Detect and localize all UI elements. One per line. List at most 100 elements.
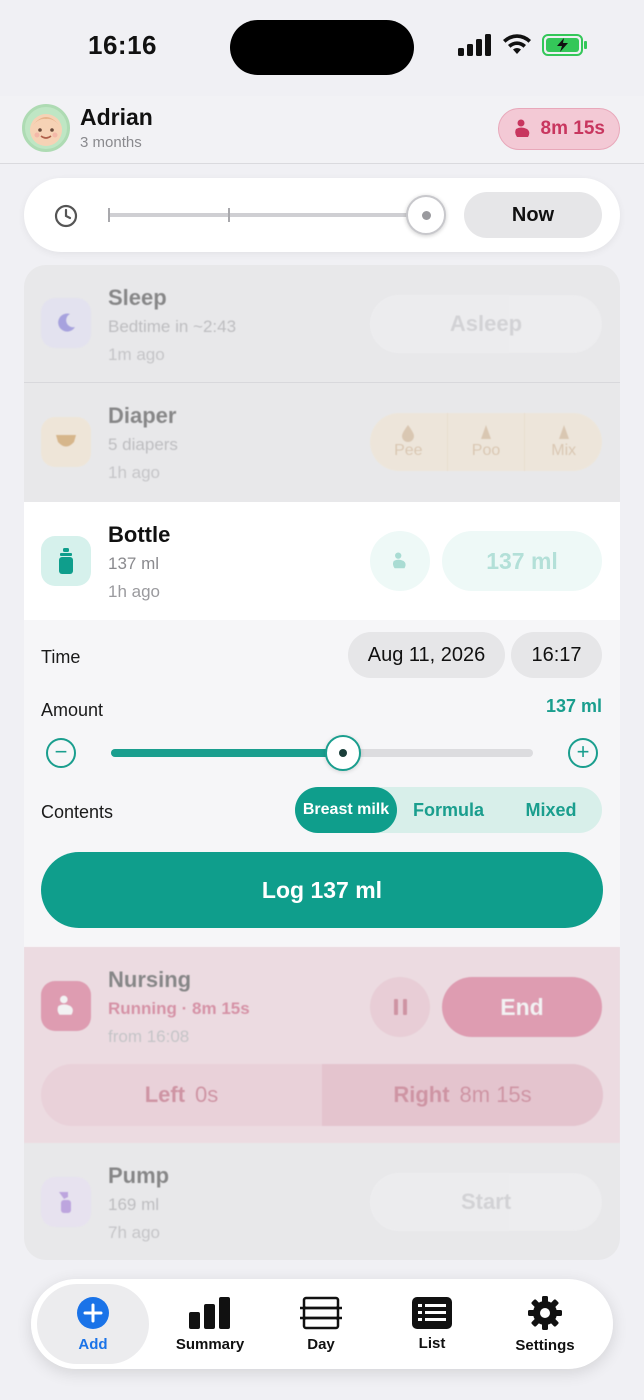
- pump-icon-box: [41, 1177, 91, 1227]
- tab-settings[interactable]: Settings: [489, 1279, 601, 1369]
- mix-icon: [558, 425, 569, 439]
- contents-mixed[interactable]: Mixed: [500, 787, 602, 833]
- clock-icon: [54, 204, 78, 228]
- sleep-title: Sleep: [108, 285, 167, 310]
- amount-slider-track[interactable]: [111, 749, 533, 757]
- gear-icon: [528, 1295, 562, 1330]
- nursing-side-selector: Left 0s Right 8m 15s: [41, 1064, 603, 1126]
- right-side-duration: 8m 15s: [459, 1082, 532, 1107]
- left-side-duration: 0s: [195, 1082, 219, 1107]
- nursing-icon-box: [41, 981, 91, 1031]
- pump-row[interactable]: Pump 169 ml 7h ago Start: [24, 1143, 620, 1260]
- diaper-icon: [56, 435, 76, 447]
- pump-title: Pump: [108, 1163, 170, 1188]
- time-track[interactable]: [108, 208, 426, 222]
- tab-add-label: Add: [78, 1335, 108, 1353]
- asleep-button[interactable]: Asleep: [370, 295, 602, 353]
- end-nursing-button[interactable]: End: [442, 977, 602, 1037]
- bottle-details-panel: Time Aug 11, 2026 16:17 Amount 137 ml − …: [24, 620, 620, 947]
- diaper-pee-button[interactable]: Pee: [370, 413, 448, 471]
- breastfeed-icon: [392, 552, 406, 569]
- bottle-subtitle: 137 ml: [108, 554, 160, 573]
- diaper-ago: 1h ago: [108, 463, 160, 482]
- left-side-label: Left: [144, 1082, 186, 1107]
- moon-icon: [58, 313, 75, 332]
- bottle-row[interactable]: Bottle 137 ml 1h ago 137 ml: [24, 502, 620, 620]
- nursing-title: Nursing: [108, 967, 192, 992]
- time-tick: [228, 208, 230, 222]
- time-slider-knob[interactable]: [406, 195, 446, 235]
- pump-icon: [59, 1192, 71, 1213]
- right-side-button[interactable]: Right 8m 15s: [322, 1064, 603, 1126]
- bottle-icon: [59, 548, 73, 574]
- status-time: 16:16: [88, 30, 157, 60]
- baby-avatar[interactable]: [22, 104, 70, 152]
- bar-chart-icon: [189, 1296, 230, 1329]
- nursing-subtitle: Running · 8m 15s: [108, 999, 250, 1018]
- tab-settings-label: Settings: [515, 1336, 575, 1354]
- time-tick: [108, 208, 110, 222]
- contents-formula[interactable]: Formula: [397, 787, 500, 833]
- battery-charging-icon: [542, 34, 587, 56]
- date-chip[interactable]: Aug 11, 2026: [348, 632, 505, 678]
- pump-ago: 7h ago: [108, 1223, 160, 1242]
- breastfeed-icon: [57, 995, 73, 1015]
- decrease-amount-button[interactable]: −: [46, 738, 76, 768]
- mix-label: Mix: [551, 442, 577, 459]
- log-bottle-button[interactable]: Log 137 ml: [41, 852, 603, 928]
- poo-label: Poo: [471, 442, 501, 459]
- nursing-row[interactable]: Nursing Running · 8m 15s from 16:08 End …: [24, 947, 620, 1143]
- bottle-ago: 1h ago: [108, 582, 160, 601]
- amount-label: Amount: [41, 700, 104, 720]
- diaper-poo-button[interactable]: Poo: [448, 413, 526, 471]
- sleep-icon-box: [41, 298, 91, 348]
- dynamic-island: [230, 20, 414, 75]
- tab-day[interactable]: Day: [265, 1279, 377, 1369]
- sleep-subtitle: Bedtime in ~2:43: [108, 317, 237, 336]
- active-timer-value: 8m 15s: [540, 118, 605, 139]
- diaper-type-selector: Pee Poo Mix: [370, 413, 602, 471]
- diaper-row[interactable]: Diaper 5 diapers 1h ago Pee Poo Mix: [24, 383, 620, 501]
- pause-nursing-button[interactable]: [370, 977, 430, 1037]
- tab-summary-label: Summary: [175, 1335, 245, 1353]
- pause-bar: [393, 999, 398, 1015]
- nursing-started: from 16:08: [108, 1027, 190, 1046]
- tab-day-label: Day: [307, 1335, 335, 1353]
- status-bar: 16:16: [0, 0, 644, 96]
- diaper-subtitle: 5 diapers: [108, 435, 178, 454]
- nursing-icon: [514, 119, 529, 137]
- sleep-row[interactable]: Sleep Bedtime in ~2:43 1m ago Asleep: [24, 265, 620, 382]
- tab-summary[interactable]: Summary: [154, 1279, 266, 1369]
- active-timer-chip[interactable]: 8m 15s: [497, 108, 620, 150]
- day-timeline-icon: [300, 1296, 342, 1329]
- bottle-nursing-button[interactable]: [370, 531, 430, 591]
- header: Adrian 3 months 8m 15s: [0, 96, 644, 164]
- bottle-icon-box: [41, 536, 91, 586]
- left-side-button[interactable]: Left 0s: [41, 1064, 322, 1126]
- time-label: Time: [41, 647, 81, 667]
- tab-bar: Add Summary Day List Settings: [31, 1279, 613, 1369]
- amount-slider-knob[interactable]: [325, 735, 362, 771]
- tab-add[interactable]: Add: [37, 1284, 149, 1364]
- cellular-signal-icon: [458, 34, 491, 56]
- start-pump-button[interactable]: Start: [370, 1173, 602, 1231]
- contents-breast-milk[interactable]: Breast milk: [295, 787, 397, 833]
- diaper-mix-button[interactable]: Mix: [525, 413, 602, 471]
- now-button[interactable]: Now: [464, 192, 602, 238]
- list-icon: [412, 1296, 452, 1329]
- contents-label: Contents: [41, 802, 114, 822]
- time-scrubber: Now: [24, 178, 620, 252]
- tab-list[interactable]: List: [376, 1279, 488, 1369]
- right-side-label: Right: [393, 1082, 450, 1107]
- pump-subtitle: 169 ml: [108, 1195, 160, 1214]
- plus-circle-icon: [77, 1296, 109, 1329]
- status-icons: [458, 34, 588, 56]
- increase-amount-button[interactable]: +: [568, 738, 598, 768]
- bottle-quick-amount-button[interactable]: 137 ml: [442, 531, 602, 591]
- pause-bar: [402, 999, 407, 1015]
- amount-slider-fill: [111, 749, 344, 757]
- time-chip[interactable]: 16:17: [511, 632, 602, 678]
- baby-name[interactable]: Adrian: [80, 104, 153, 131]
- events-card: Sleep Bedtime in ~2:43 1m ago Asleep Dia…: [24, 265, 620, 1260]
- sleep-ago: 1m ago: [108, 345, 165, 364]
